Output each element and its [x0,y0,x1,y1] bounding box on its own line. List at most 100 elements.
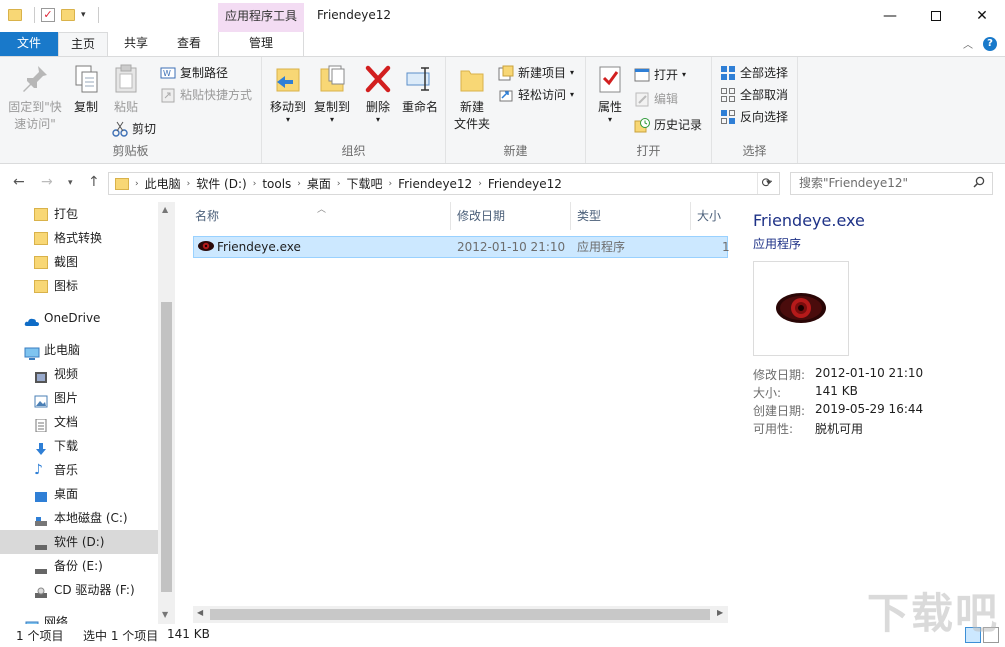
select-all-button[interactable]: 全部选择 [720,63,788,83]
new-item-button[interactable]: 新建项目 ▾ [498,63,574,83]
properties-check-icon[interactable]: ✓ [41,8,55,22]
easy-access-dropdown-icon: ▾ [570,90,575,99]
nav-item-videos[interactable]: 视频 [0,362,158,386]
new-folder-icon [457,63,487,95]
tab-file[interactable]: 文件 [0,32,58,56]
edit-button[interactable]: 编辑 [634,89,678,109]
nav-item-drive-c[interactable]: 本地磁盘 (C:) [0,506,158,530]
table-row[interactable]: Friendeye.exe 2012-01-10 21:10 应用程序 1 [193,236,730,258]
forward-arrow-icon[interactable]: → [41,174,53,190]
column-header-size[interactable]: 大小 [691,202,728,230]
breadcrumb[interactable]: 桌面 [301,175,337,192]
column-header-name[interactable]: 名称 [178,202,451,230]
breadcrumb[interactable]: Friendeye12 [482,177,568,191]
rename-button[interactable]: 重命名 [398,63,442,116]
edit-icon [634,91,650,107]
clipboard-group: 固定到"快 速访问" 复制 粘贴 W 复制路径 粘贴快捷方式 剪切 剪贴板 [0,57,262,163]
breadcrumb[interactable]: tools [256,177,297,191]
nav-item-label: OneDrive [44,311,101,325]
nav-item-icons[interactable]: 图标 [0,274,158,298]
minimize-button[interactable]: — [867,0,913,31]
tab-share[interactable]: 共享 [112,32,160,56]
breadcrumb[interactable]: 此电脑 [139,175,187,192]
nav-item-drive-e[interactable]: 备份 (E:) [0,554,158,578]
breadcrumb[interactable]: 软件 (D:) [190,175,252,192]
search-input[interactable]: 搜索"Friendeye12" [790,172,993,195]
select-none-button[interactable]: 全部取消 [720,85,788,105]
nav-item-pack[interactable]: 打包 [0,202,158,226]
maximize-button[interactable] [913,0,959,31]
drive-icon [34,512,48,526]
nav-item-desktop[interactable]: 桌面 [0,482,158,506]
back-arrow-icon[interactable]: ← [13,174,25,190]
recent-locations-dropdown-icon[interactable]: ▾ [68,178,73,188]
invert-selection-button[interactable]: 反向选择 [720,107,788,127]
nav-item-pictures[interactable]: 图片 [0,386,158,410]
nav-item-downloads[interactable]: 下载 [0,434,158,458]
exe-eye-icon [776,293,826,323]
scrollbar-thumb[interactable] [161,302,172,592]
nav-item-documents[interactable]: 文档 [0,410,158,434]
nav-item-format-convert[interactable]: 格式转换 [0,226,158,250]
cloud-icon [24,312,39,326]
nav-item-network[interactable]: 网络 [0,610,158,624]
copy-to-label: 复制到 [313,100,350,114]
tab-home[interactable]: 主页 [58,32,108,56]
tab-manage[interactable]: 管理 [218,32,304,56]
pin-quick-access-button[interactable]: 固定到"快 速访问" [6,63,64,133]
move-to-button[interactable]: 移动到 ▾ [266,63,310,124]
copy-button[interactable]: 复制 [68,63,104,116]
file-thumbnail [753,261,849,356]
scroll-up-icon[interactable]: ▲ [162,205,168,214]
window-title: Friendeye12 [317,8,392,22]
nav-item-label: 文档 [54,415,79,429]
nav-item-label: 本地磁盘 (C:) [54,511,128,525]
refresh-icon[interactable]: ⟳ [756,173,778,194]
scroll-right-icon[interactable]: ▶ [717,608,723,617]
address-bar[interactable]: › 此电脑 › 软件 (D:) › tools › 桌面 › 下载吧 › Fri… [108,172,780,195]
cut-button[interactable]: 剪切 [112,119,156,139]
help-icon[interactable]: ? [983,36,997,51]
nav-item-music[interactable]: ♪ 音乐 [0,458,158,482]
tab-view[interactable]: 查看 [164,32,214,56]
scrollbar-thumb[interactable] [210,609,710,620]
status-selected-size: 141 KB [167,627,210,641]
new-folder-icon[interactable] [61,9,75,21]
open-group-label: 打开 [636,144,661,158]
nav-item-screenshot[interactable]: 截图 [0,250,158,274]
copy-to-button[interactable]: 复制到 ▾ [310,63,354,124]
properties-button[interactable]: 属性 ▾ [592,63,628,124]
new-folder-button[interactable]: 新建 文件夹 [452,63,492,133]
prop-label: 创建日期: [753,404,806,418]
copy-to-icon [317,63,347,95]
paste-button[interactable]: 粘贴 [108,63,144,116]
horizontal-scrollbar[interactable]: ◀ ▶ [193,606,728,623]
column-header-type[interactable]: 类型 [571,202,691,230]
history-button[interactable]: 历史记录 [634,115,702,135]
breadcrumb[interactable]: Friendeye12 [392,177,478,191]
nav-scrollbar[interactable]: ▲ ▼ [158,202,175,624]
breadcrumb[interactable]: 下载吧 [341,175,389,192]
scroll-left-icon[interactable]: ◀ [197,608,203,617]
column-header-modified[interactable]: 修改日期 [451,202,571,230]
nav-item-this-pc[interactable]: 此电脑 [0,338,158,362]
close-button[interactable]: ✕ [959,0,1005,31]
new-item-label: 新建项目 [518,66,567,80]
folder-icon[interactable] [8,9,22,21]
select-group-label: 选择 [742,144,767,158]
nav-item-cd-drive-f[interactable]: CD 驱动器 (F:) [0,578,158,602]
customize-dropdown-icon[interactable]: ▾ [81,10,86,20]
collapse-ribbon-icon[interactable]: ︿ [963,36,973,51]
delete-button[interactable]: 删除 ▾ [360,63,396,124]
paste-shortcut-button[interactable]: 粘贴快捷方式 [160,85,252,105]
open-button[interactable]: 打开 ▾ [634,65,686,85]
scroll-down-icon[interactable]: ▼ [162,610,168,619]
status-item-count: 1 个项目 [16,629,64,643]
nav-item-onedrive[interactable]: OneDrive [0,306,158,330]
nav-item-drive-d[interactable]: 软件 (D:) [0,530,158,554]
nav-item-label: CD 驱动器 (F:) [54,583,135,597]
easy-access-button[interactable]: 轻松访问 ▾ [498,85,574,105]
up-arrow-icon[interactable]: ↑ [88,174,100,190]
folder-icon [34,279,48,293]
copy-path-button[interactable]: W 复制路径 [160,63,228,83]
